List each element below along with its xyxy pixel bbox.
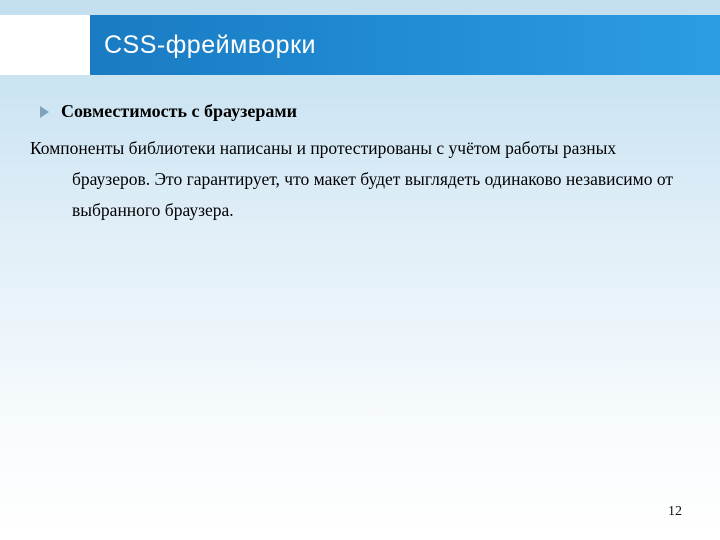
header-accent-block (0, 15, 90, 75)
slide-title: CSS-фреймворки (104, 31, 316, 60)
body-paragraph: Компоненты библиотеки написаны и протест… (30, 133, 680, 225)
header-title-block: CSS-фреймворки (90, 15, 720, 75)
bullet-heading: Совместимость с браузерами (61, 100, 297, 123)
header-bar: CSS-фреймворки (0, 15, 720, 75)
bullet-icon (40, 106, 49, 118)
content-area: Совместимость с браузерами Компоненты би… (30, 100, 680, 225)
bullet-item: Совместимость с браузерами (40, 100, 680, 123)
slide: CSS-фреймворки Совместимость с браузерам… (0, 0, 720, 540)
page-number: 12 (668, 504, 682, 520)
